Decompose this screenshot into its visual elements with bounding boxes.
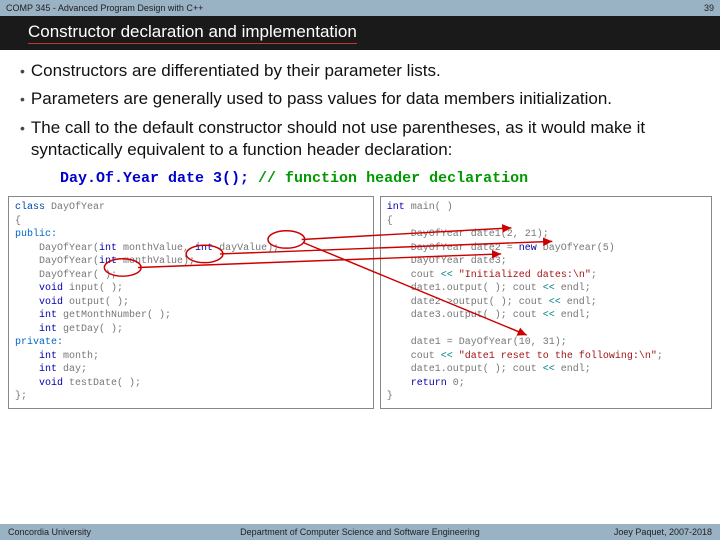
code-figures: class DayOfYear { public: DayOfYear(int …	[0, 196, 720, 409]
bullet-item: • The call to the default constructor sh…	[20, 117, 700, 161]
bullet-text: Parameters are generally used to pass va…	[31, 88, 700, 110]
content-area: • Constructors are differentiated by the…	[0, 50, 720, 188]
top-bar: COMP 345 - Advanced Program Design with …	[0, 0, 720, 16]
course-label: COMP 345 - Advanced Program Design with …	[6, 3, 203, 13]
bullet-dot: •	[20, 117, 25, 161]
class-declaration-box: class DayOfYear { public: DayOfYear(int …	[8, 196, 374, 409]
inline-code: Day.Of.Year date 3(); // function header…	[60, 169, 700, 189]
bullet-dot: •	[20, 88, 25, 110]
bullet-item: • Constructors are differentiated by the…	[20, 60, 700, 82]
title-band: Constructor declaration and implementati…	[0, 16, 720, 50]
bullet-text: Constructors are differentiated by their…	[31, 60, 700, 82]
code-stmt: Day.Of.Year date 3();	[60, 170, 249, 187]
footer-mid: Department of Computer Science and Softw…	[240, 527, 480, 537]
bullet-dot: •	[20, 60, 25, 82]
slide-title: Constructor declaration and implementati…	[28, 22, 357, 44]
footer-right: Joey Paquet, 2007-2018	[614, 527, 712, 537]
bullet-item: • Parameters are generally used to pass …	[20, 88, 700, 110]
code-comment: // function header declaration	[258, 170, 528, 187]
page-number: 39	[704, 3, 714, 13]
footer-left: Concordia University	[8, 527, 91, 537]
footer-bar: Concordia University Department of Compu…	[0, 524, 720, 540]
bullet-text: The call to the default constructor shou…	[31, 117, 700, 161]
main-function-box: int main( ) { DayOfYear date1(2, 21); Da…	[380, 196, 712, 409]
